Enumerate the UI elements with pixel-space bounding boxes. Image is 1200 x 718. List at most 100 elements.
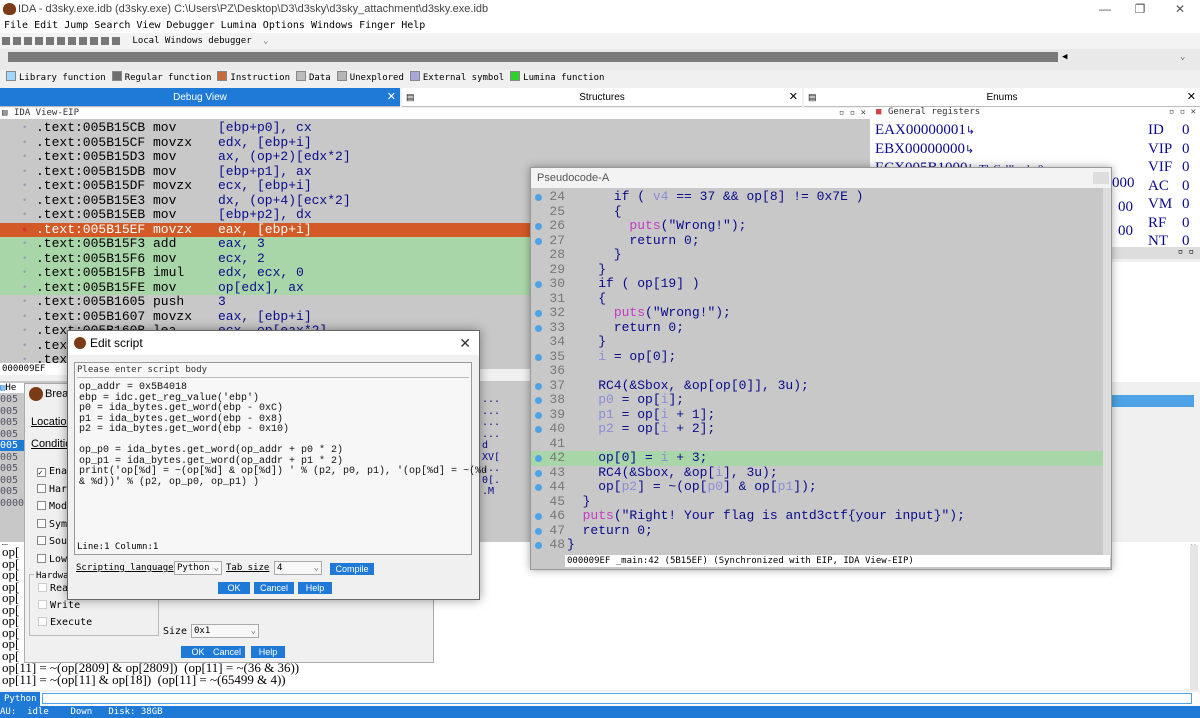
checkbox[interactable]	[37, 483, 46, 493]
flag-row[interactable]: VIF 0	[1148, 159, 1196, 175]
disasm-line[interactable]: • .text:005B15D3 mov ax, (op+2)[edx*2]	[0, 149, 870, 165]
menu-item-options[interactable]: Options	[263, 20, 305, 31]
pseudocode-line[interactable]: 45 }	[531, 494, 1103, 510]
flag-row[interactable]: RF 0	[1148, 215, 1196, 231]
pseudocode-line[interactable]: 46 puts("Right! Your flag is antd3ctf{yo…	[531, 508, 1103, 524]
script-body-input[interactable]: op_addr = 0x5B4018 ebp = idc.get_reg_val…	[79, 382, 487, 488]
checkbox[interactable]	[37, 501, 46, 510]
checkbox[interactable]	[38, 600, 47, 609]
pause-icon[interactable]	[101, 37, 109, 45]
flag-value[interactable]: 0	[1182, 122, 1190, 138]
line-marker-icon[interactable]: •	[22, 252, 27, 267]
size-select[interactable]: 0x1 ⌄	[191, 624, 259, 638]
nav-band-dropdown-icon[interactable]: ⌄	[1180, 52, 1190, 64]
register-value[interactable]: 00000000	[905, 141, 965, 157]
pseudocode-line[interactable]: 25 {	[531, 204, 1103, 220]
maximize-button[interactable]: ❐	[1125, 0, 1155, 18]
pseudocode-line[interactable]: 41	[531, 436, 1103, 452]
pseudocode-line[interactable]: 35 i = op[0];	[531, 349, 1103, 365]
breakpoint-icon[interactable]: ●	[22, 223, 27, 238]
tab-enums[interactable]: ▤ Enums ✕	[804, 88, 1200, 107]
close-icon[interactable]: ✕	[1187, 88, 1196, 107]
hardware-option[interactable]: Execute	[38, 617, 92, 628]
flag-value[interactable]: 0	[1182, 196, 1190, 212]
checkbox[interactable]	[37, 553, 46, 563]
pseudocode-line[interactable]: 34 }	[531, 334, 1103, 350]
nav-band-arrow-icon[interactable]: ◀	[1062, 52, 1070, 64]
line-marker-icon[interactable]: •	[22, 194, 27, 209]
pseudocode-line[interactable]: 36	[531, 363, 1103, 379]
pseudocode-line[interactable]: 47 return 0;	[531, 523, 1103, 539]
breakpoint-cancel-button[interactable]: Cancel	[209, 646, 245, 658]
flag-row[interactable]: VM 0	[1148, 196, 1196, 212]
pseudocode-line[interactable]: 29 }	[531, 262, 1103, 278]
jump-icon[interactable]	[46, 37, 54, 45]
checkbox[interactable]: ✓	[37, 468, 46, 477]
pane-controls[interactable]: ▫ ▫ ✕	[839, 108, 866, 119]
breakpoint-option[interactable]: Low	[37, 553, 67, 565]
forward-icon[interactable]	[35, 37, 43, 45]
line-marker-icon[interactable]: •	[22, 310, 27, 325]
pseudocode-line[interactable]: 39 p1 = op[i + 1];	[531, 407, 1103, 423]
pseudocode-line[interactable]: 31 {	[531, 291, 1103, 307]
line-marker-icon[interactable]: •	[22, 179, 27, 194]
scripting-language-select[interactable]: Python ⌄	[174, 561, 222, 575]
disasm-line[interactable]: • .text:005B15CB mov [ebp+p0], cx	[0, 120, 870, 136]
menu-item-windows[interactable]: Windows	[311, 20, 353, 31]
pseudocode-title-control[interactable]	[1093, 172, 1109, 184]
pseudocode-line[interactable]: 42 op[0] = i + 3;	[531, 450, 1103, 466]
line-marker-icon[interactable]: •	[22, 150, 27, 165]
pseudocode-line[interactable]: 24 if ( v4 == 37 && op[8] != 0x7E )	[531, 189, 1103, 205]
tab-structures[interactable]: ▤ Structures ✕	[402, 88, 802, 107]
line-marker-icon[interactable]: •	[22, 237, 27, 252]
minimize-button[interactable]: —	[1090, 0, 1120, 18]
checkbox[interactable]	[38, 617, 47, 626]
pane-controls[interactable]: ▫ ▫ ✕	[1169, 107, 1196, 118]
line-marker-icon[interactable]: •	[22, 266, 27, 281]
edit-script-ok-button[interactable]: OK	[218, 582, 250, 594]
output-scrollbar[interactable]	[1190, 545, 1198, 690]
pseudocode-line[interactable]: 44 op[p2] = ~(op[p0] & op[p1]);	[531, 479, 1103, 495]
menu-item-jump[interactable]: Jump	[64, 20, 88, 31]
line-marker-icon[interactable]: •	[22, 136, 27, 151]
checkbox[interactable]	[37, 536, 46, 545]
pseudocode-line[interactable]: 26 puts("Wrong!");	[531, 218, 1103, 234]
menu-item-file[interactable]: File	[4, 20, 28, 31]
pseudocode-line[interactable]: 48}	[531, 537, 1103, 553]
pseudocode-line[interactable]: 33 return 0;	[531, 320, 1103, 336]
navigation-band[interactable]: ◀ ⌄	[0, 49, 1200, 70]
menu-item-help[interactable]: Help	[401, 20, 425, 31]
line-marker-icon[interactable]: •	[22, 281, 27, 296]
line-marker-icon[interactable]: •	[22, 165, 27, 180]
close-icon[interactable]: ✕	[789, 88, 798, 107]
flag-value[interactable]: 0	[1182, 178, 1190, 194]
flag-row[interactable]: ID 0	[1148, 122, 1196, 138]
disasm-line[interactable]: • .text:005B15CF movzx edx, [ebp+i]	[0, 135, 870, 151]
stop-icon[interactable]	[112, 37, 120, 45]
line-marker-icon[interactable]: •	[22, 295, 27, 310]
flag-value[interactable]: 0	[1182, 159, 1190, 175]
pseudocode-line[interactable]: 30 if ( op[19] )	[531, 276, 1103, 292]
flag-row[interactable]: VIP 0	[1148, 141, 1196, 157]
line-marker-icon[interactable]: •	[22, 121, 27, 136]
menu-item-edit[interactable]: Edit	[34, 20, 58, 31]
open-icon[interactable]	[2, 37, 10, 45]
register-row[interactable]: EAX00000001↳	[875, 122, 975, 138]
python-command-bar[interactable]: Python	[0, 692, 1200, 706]
compile-button[interactable]: Compile	[330, 563, 374, 575]
flag-value[interactable]: 0	[1182, 215, 1190, 231]
chevron-down-icon[interactable]: ⌄	[263, 36, 268, 46]
debug-icon[interactable]	[79, 37, 87, 45]
register-value[interactable]: 00000001	[906, 122, 966, 138]
hex-view-tab[interactable]: ▤He	[0, 383, 24, 393]
menu-item-search[interactable]: Search	[94, 20, 130, 31]
tab-size-select[interactable]: 4 ⌄	[274, 561, 322, 575]
edit-script-cancel-button[interactable]: Cancel	[254, 582, 294, 594]
pseudocode-scrollbar[interactable]	[1103, 188, 1111, 558]
line-marker-icon[interactable]: •	[22, 339, 27, 354]
pseudocode-line[interactable]: 28 }	[531, 247, 1103, 263]
pseudocode-line[interactable]: 27 return 0;	[531, 233, 1103, 249]
flag-row[interactable]: AC 0	[1148, 178, 1196, 194]
nav-band-bar[interactable]	[8, 52, 1058, 62]
flag-value[interactable]: 0	[1182, 141, 1190, 157]
